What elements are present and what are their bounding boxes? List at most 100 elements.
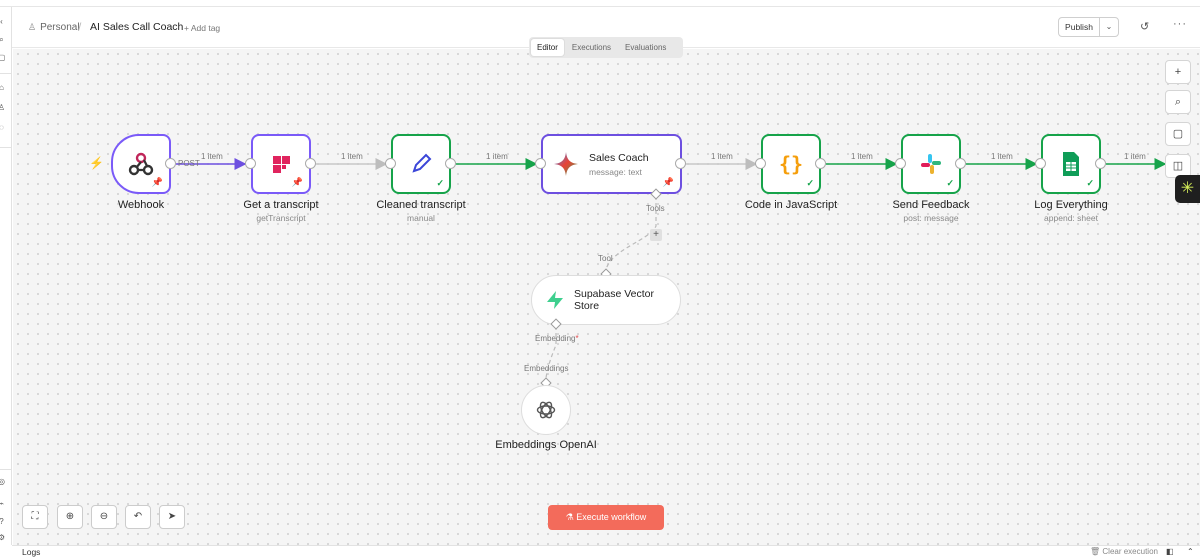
- left-sidebar: ‹ ⌕ ▢ ⌂ ♙ ◌ ◎ ⌁ ? ⚙: [0, 7, 12, 545]
- pin-icon: 📌: [291, 177, 303, 187]
- home-icon[interactable]: ⌂: [0, 83, 6, 92]
- breadcrumb-project[interactable]: ♙ Personal: [28, 22, 80, 33]
- search-nodes-button[interactable]: ⌕: [1165, 90, 1191, 114]
- tab-executions[interactable]: Executions: [566, 39, 617, 56]
- divider: [0, 469, 12, 470]
- input-port[interactable]: [755, 158, 766, 169]
- connector-label: Embeddings: [524, 364, 569, 373]
- settings-icon[interactable]: ⚙: [0, 533, 6, 542]
- pin-icon: 📌: [662, 177, 674, 187]
- success-check-icon: ✓: [436, 178, 444, 188]
- ai-assistant-icon[interactable]: ✳: [1175, 175, 1200, 203]
- output-port[interactable]: [1095, 158, 1106, 169]
- edge-label: 1 item: [851, 152, 873, 161]
- success-check-icon: ✓: [946, 178, 954, 188]
- template-icon[interactable]: ◎: [0, 477, 6, 486]
- tab-editor[interactable]: Editor: [531, 39, 564, 56]
- edge-label: 1 item: [711, 152, 733, 161]
- workflow-title[interactable]: AI Sales Call Coach: [90, 21, 183, 33]
- node-label: Send Feedback: [892, 199, 970, 211]
- node-title: Sales Coach: [589, 151, 649, 164]
- view-tabs: Editor Executions Evaluations: [529, 37, 683, 58]
- pop-out-icon[interactable]: ◧: [1166, 547, 1174, 556]
- output-port[interactable]: [445, 158, 456, 169]
- node-send-feedback[interactable]: ✓: [901, 134, 961, 194]
- variables-icon[interactable]: ⌁: [0, 499, 6, 508]
- output-port[interactable]: [955, 158, 966, 169]
- node-subtitle: manual: [407, 213, 435, 223]
- zoom-out-button[interactable]: ⊖: [91, 505, 117, 529]
- history-icon[interactable]: ↺: [1140, 20, 1149, 33]
- search-icon[interactable]: ⌕: [0, 35, 6, 44]
- input-port[interactable]: [895, 158, 906, 169]
- node-webhook[interactable]: 📌: [111, 134, 171, 194]
- edge-label: 1 item: [201, 152, 223, 161]
- connector-label: Tool: [598, 254, 613, 263]
- logs-bar[interactable]: Logs 🗑 Clear execution ◧ ⌃: [12, 545, 1200, 559]
- project-icon[interactable]: ◌: [0, 123, 6, 132]
- node-cleaned-transcript[interactable]: ✓: [391, 134, 451, 194]
- node-supabase-vector-store[interactable]: Supabase Vector Store: [531, 275, 681, 325]
- edge-label: 1 item: [486, 152, 508, 161]
- input-port[interactable]: [1035, 158, 1046, 169]
- node-embeddings-openai[interactable]: [521, 385, 571, 435]
- pencil-icon: [412, 153, 432, 173]
- project-name: Personal: [40, 22, 80, 33]
- chevron-up-icon[interactable]: ⌃: [1187, 547, 1194, 556]
- logs-title: Logs: [22, 547, 41, 557]
- sticky-note-button[interactable]: ▢: [1165, 122, 1191, 146]
- add-tag-button[interactable]: + Add tag: [184, 23, 220, 33]
- node-subtitle: append: sheet: [1044, 213, 1098, 223]
- more-options-icon[interactable]: ···: [1173, 18, 1187, 30]
- connector-label: Embedding*: [535, 334, 579, 343]
- node-label: Log Everything: [1034, 199, 1108, 211]
- node-label: Cleaned transcript: [376, 199, 466, 211]
- node-log-everything[interactable]: ✓: [1041, 134, 1101, 194]
- add-node-button[interactable]: +: [1165, 60, 1191, 84]
- execute-workflow-button[interactable]: ⚗ Execute workflow: [548, 505, 664, 530]
- divider: [0, 147, 12, 148]
- chevron-down-icon[interactable]: ⌄: [1100, 18, 1118, 36]
- tab-evaluations[interactable]: Evaluations: [619, 39, 672, 56]
- fit-view-button[interactable]: ⛶: [22, 505, 48, 529]
- user-icon[interactable]: ♙: [0, 103, 6, 112]
- edge-label: POST: [178, 159, 200, 168]
- output-port[interactable]: [815, 158, 826, 169]
- help-icon[interactable]: ?: [0, 517, 6, 526]
- node-get-transcript[interactable]: 📌: [251, 134, 311, 194]
- input-port[interactable]: [245, 158, 256, 169]
- pin-icon: 📌: [151, 177, 163, 187]
- node-sales-coach[interactable]: Sales Coach message: text 📌: [541, 134, 682, 194]
- publish-button[interactable]: Publish: [1059, 18, 1100, 36]
- flask-icon: ⚗: [565, 512, 574, 522]
- input-port[interactable]: [385, 158, 396, 169]
- gemini-icon: [554, 152, 578, 176]
- slack-icon: [921, 154, 941, 174]
- zoom-in-button[interactable]: ⊕: [57, 505, 83, 529]
- node-code[interactable]: {} ✓: [761, 134, 821, 194]
- tidy-up-button[interactable]: ➤: [159, 505, 185, 529]
- required-marker: *: [575, 334, 579, 343]
- clear-execution-label: Clear execution: [1102, 547, 1158, 556]
- collapse-icon[interactable]: ‹: [0, 17, 6, 26]
- input-port[interactable]: [535, 158, 546, 169]
- trash-icon: 🗑: [1090, 547, 1101, 556]
- clear-execution-button[interactable]: 🗑 Clear execution: [1090, 547, 1158, 556]
- success-check-icon: ✓: [806, 178, 814, 188]
- output-port[interactable]: [305, 158, 316, 169]
- edge-label: 1 item: [991, 152, 1013, 161]
- supabase-icon: [547, 291, 563, 309]
- edge-label: 1 item: [1124, 152, 1146, 161]
- undo-button[interactable]: ↶: [125, 505, 151, 529]
- add-tool-button[interactable]: +: [650, 229, 662, 241]
- node-label: Code in JavaScript: [744, 199, 838, 211]
- output-port[interactable]: [675, 158, 686, 169]
- add-icon[interactable]: ▢: [0, 53, 6, 62]
- openai-icon: [536, 401, 556, 419]
- breadcrumb-separator: /: [78, 20, 82, 34]
- publish-button-group: Publish ⌄: [1058, 17, 1119, 37]
- output-port[interactable]: [165, 158, 176, 169]
- node-subtitle: post: message: [903, 213, 959, 223]
- top-strip: [0, 0, 1200, 7]
- execute-label: Execute workflow: [576, 512, 647, 522]
